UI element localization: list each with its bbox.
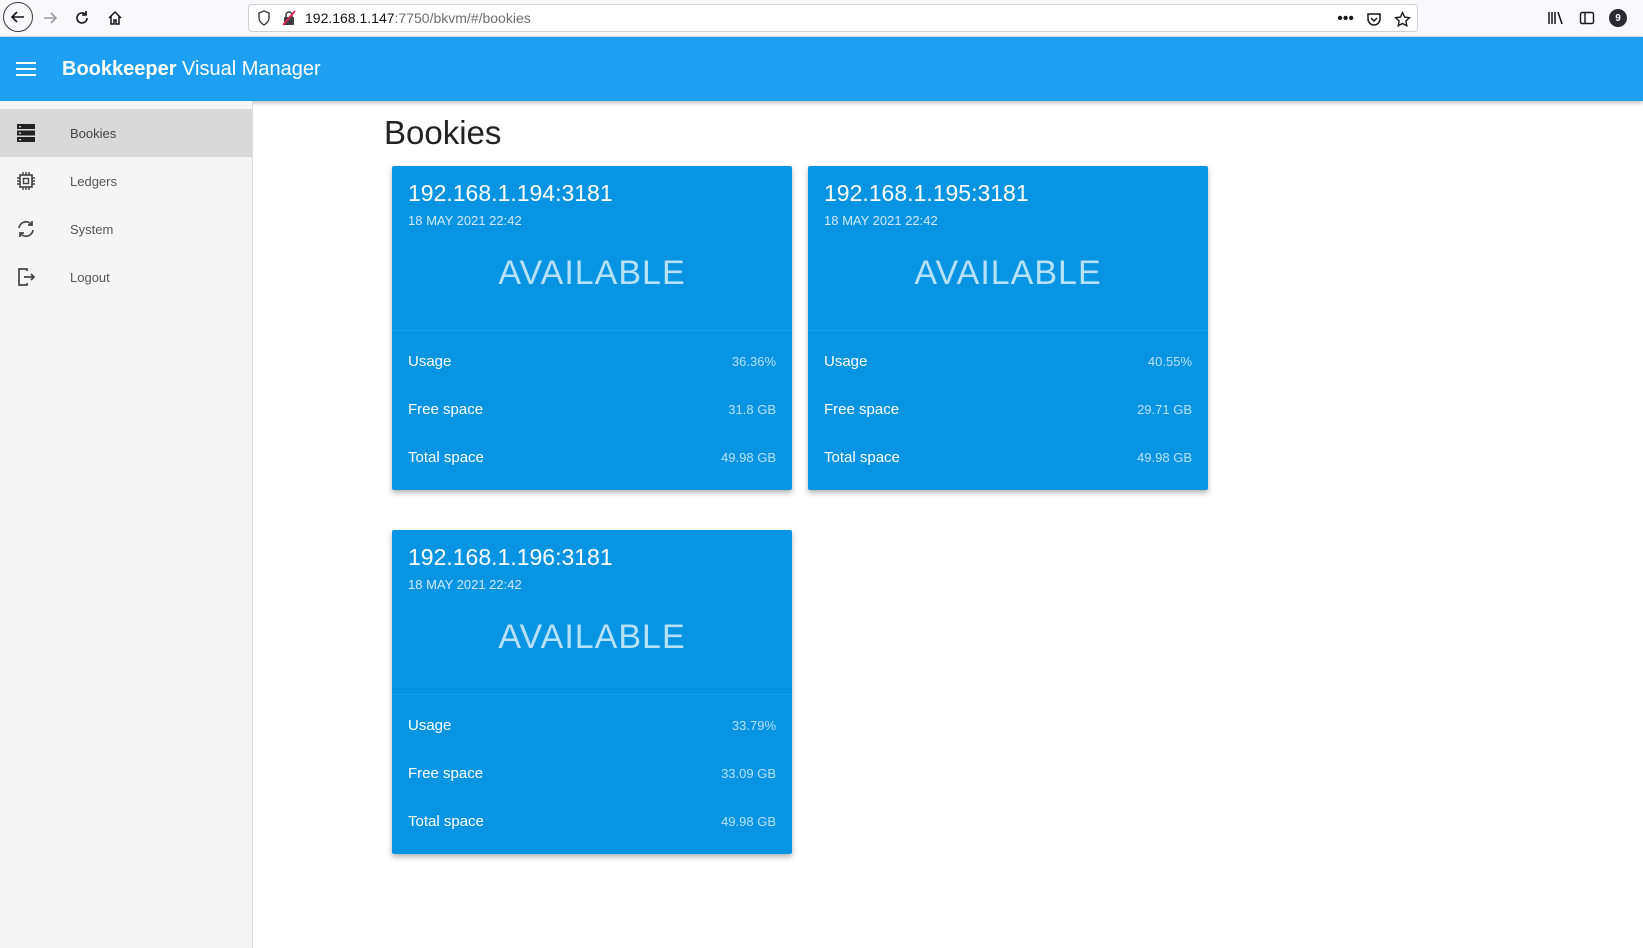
free-space-value: 31.8 GB <box>728 401 776 417</box>
sidebar: Bookies Ledgers System Logout <box>0 101 253 948</box>
bookie-status: AVAILABLE <box>498 254 686 292</box>
total-space-value: 49.98 GB <box>721 449 776 465</box>
more-actions-icon[interactable]: ••• <box>1337 10 1354 28</box>
free-space-row: Free space 33.09 GB <box>408 763 776 783</box>
free-space-label: Free space <box>408 764 484 782</box>
app-title-bold: Bookkeeper <box>62 57 177 80</box>
browser-toolbar: 192.168.1.147:7750/bkvm/#/bookies ••• 9 <box>0 0 1643 37</box>
sidebar-item-logout[interactable]: Logout <box>0 253 252 301</box>
bookie-status: AVAILABLE <box>914 254 1102 292</box>
total-space-row: Total space 49.98 GB <box>408 811 776 831</box>
total-space-label: Total space <box>824 448 900 466</box>
bookie-date: 18 MAY 2021 22:42 <box>824 213 938 228</box>
bookie-card[interactable]: 192.168.1.194:3181 18 MAY 2021 22:42 AVA… <box>392 166 792 490</box>
bookie-status: AVAILABLE <box>498 618 686 656</box>
usage-row: Usage 36.36% <box>408 351 776 371</box>
server-icon <box>16 123 36 143</box>
sidebar-item-bookies[interactable]: Bookies <box>0 109 252 157</box>
usage-label: Usage <box>408 352 452 370</box>
shield-icon[interactable] <box>257 10 271 26</box>
url-text[interactable]: 192.168.1.147:7750/bkvm/#/bookies <box>305 10 531 26</box>
sidebar-item-label: Bookies <box>70 125 117 141</box>
sidebar-item-label: Ledgers <box>70 173 117 189</box>
free-space-value: 33.09 GB <box>721 765 776 781</box>
total-space-label: Total space <box>408 812 484 830</box>
usage-row: Usage 33.79% <box>408 715 776 735</box>
total-space-value: 49.98 GB <box>721 813 776 829</box>
usage-row: Usage 40.55% <box>824 351 1192 371</box>
hamburger-menu-icon[interactable] <box>16 62 36 76</box>
usage-value: 36.36% <box>731 353 776 369</box>
usage-value: 33.79% <box>731 717 776 733</box>
bookie-address: 192.168.1.195:3181 <box>824 180 1029 206</box>
bookie-date: 18 MAY 2021 22:42 <box>408 213 522 228</box>
total-space-value: 49.98 GB <box>1137 449 1192 465</box>
sidebar-item-ledgers[interactable]: Ledgers <box>0 157 252 205</box>
free-space-row: Free space 29.71 GB <box>824 399 1192 419</box>
usage-label: Usage <box>824 352 868 370</box>
back-button[interactable] <box>3 2 33 32</box>
app-bar: Bookkeeper Visual Manager <box>0 37 1643 101</box>
bookie-card[interactable]: 192.168.1.195:3181 18 MAY 2021 22:42 AVA… <box>808 166 1208 490</box>
home-button[interactable] <box>101 4 129 32</box>
arrow-right-icon <box>44 12 58 24</box>
reload-icon <box>76 11 88 24</box>
free-space-label: Free space <box>408 400 484 418</box>
free-space-label: Free space <box>824 400 900 418</box>
card-divider <box>392 694 792 695</box>
reload-button[interactable] <box>68 4 96 32</box>
card-divider <box>808 330 1208 331</box>
usage-label: Usage <box>408 716 452 734</box>
bookie-date: 18 MAY 2021 22:42 <box>408 577 522 592</box>
sidebar-item-label: System <box>70 221 114 237</box>
bookie-address: 192.168.1.194:3181 <box>408 180 613 206</box>
bookie-address: 192.168.1.196:3181 <box>408 544 613 570</box>
sidebar-item-system[interactable]: System <box>0 205 252 253</box>
total-space-row: Total space 49.98 GB <box>408 447 776 467</box>
chip-icon <box>16 171 36 191</box>
card-divider <box>392 330 792 331</box>
pocket-icon[interactable] <box>1366 11 1382 27</box>
insecure-lock-icon[interactable] <box>281 10 297 26</box>
url-path: :7750/bkvm/#/bookies <box>394 10 531 26</box>
sync-icon <box>16 219 36 239</box>
sidebar-toggle-icon[interactable] <box>1579 10 1595 26</box>
total-space-label: Total space <box>408 448 484 466</box>
usage-value: 40.55% <box>1147 353 1192 369</box>
forward-button[interactable] <box>36 4 64 32</box>
page-title: Bookies <box>384 114 502 151</box>
library-icon[interactable] <box>1547 10 1565 26</box>
logout-icon <box>16 267 36 287</box>
home-icon <box>108 10 122 25</box>
url-host: 192.168.1.147 <box>305 10 395 26</box>
app-title: Bookkeeper Visual Manager <box>62 58 321 81</box>
bookie-card[interactable]: 192.168.1.196:3181 18 MAY 2021 22:42 AVA… <box>392 530 792 854</box>
app-title-rest: Visual Manager <box>176 57 321 80</box>
url-bar[interactable]: 192.168.1.147:7750/bkvm/#/bookies ••• <box>248 4 1418 32</box>
total-space-row: Total space 49.98 GB <box>824 447 1192 467</box>
account-badge[interactable]: 9 <box>1609 9 1627 27</box>
arrow-left-icon <box>10 11 24 23</box>
sidebar-item-label: Logout <box>70 269 110 285</box>
free-space-row: Free space 31.8 GB <box>408 399 776 419</box>
free-space-value: 29.71 GB <box>1137 401 1192 417</box>
bookmark-star-icon[interactable] <box>1394 10 1411 28</box>
